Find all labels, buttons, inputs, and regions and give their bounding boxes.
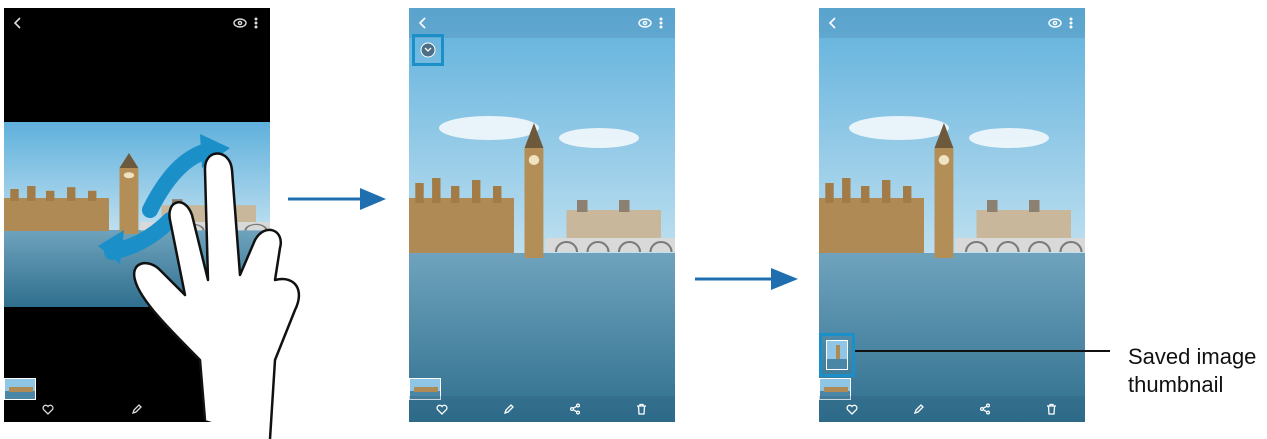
- back-icon[interactable]: [825, 15, 841, 31]
- pinch-gesture: [98, 134, 301, 439]
- view-icon[interactable]: [637, 15, 653, 31]
- bottom-bar: [819, 396, 1085, 422]
- callout-line: [855, 350, 1110, 352]
- view-icon[interactable]: [1047, 15, 1063, 31]
- photo: [409, 8, 675, 422]
- more-icon[interactable]: [1063, 15, 1079, 31]
- back-icon[interactable]: [10, 15, 26, 31]
- photo: [819, 8, 1085, 422]
- capture-icon[interactable]: [420, 42, 436, 58]
- screen-step2: [409, 8, 675, 422]
- trash-icon[interactable]: [634, 401, 650, 417]
- next-arrow-1: [288, 188, 386, 210]
- share-icon[interactable]: [977, 401, 993, 417]
- view-icon[interactable]: [232, 15, 248, 31]
- callout-label: Saved image thumbnail: [1128, 344, 1257, 397]
- more-icon[interactable]: [653, 15, 669, 31]
- next-arrow-2: [695, 268, 798, 290]
- more-icon[interactable]: [248, 15, 264, 31]
- heart-icon[interactable]: [434, 401, 450, 417]
- top-bar: [409, 8, 675, 38]
- edit-icon[interactable]: [911, 401, 927, 417]
- heart-icon[interactable]: [844, 401, 860, 417]
- top-bar: [819, 8, 1085, 38]
- saved-image-thumbnail[interactable]: [826, 340, 848, 370]
- heart-icon[interactable]: [40, 401, 56, 417]
- screen-step3: [819, 8, 1085, 422]
- share-icon[interactable]: [567, 401, 583, 417]
- top-bar: [4, 8, 270, 38]
- trash-icon[interactable]: [1044, 401, 1060, 417]
- edit-icon[interactable]: [501, 401, 517, 417]
- bottom-bar: [409, 396, 675, 422]
- back-icon[interactable]: [415, 15, 431, 31]
